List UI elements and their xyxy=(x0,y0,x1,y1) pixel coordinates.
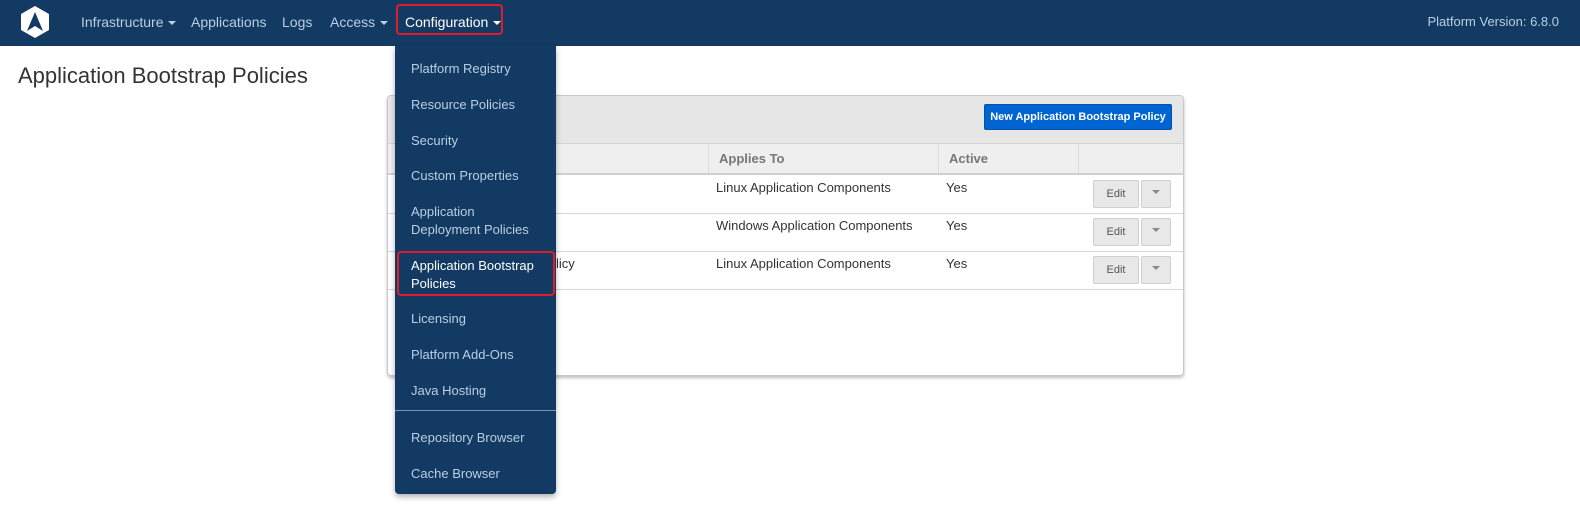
menu-item-repository-browser[interactable]: Repository Browser xyxy=(411,429,546,447)
nav-configuration-label: Configuration xyxy=(405,14,489,30)
edit-button[interactable]: Edit xyxy=(1093,180,1139,208)
row-applies-to: Windows Application Components xyxy=(716,218,913,233)
menu-item-custom-properties[interactable]: Custom Properties xyxy=(411,167,546,185)
column-active[interactable]: Active xyxy=(939,144,1079,175)
row-active: Yes xyxy=(946,218,968,233)
menu-item-java-hosting[interactable]: Java Hosting xyxy=(411,382,546,400)
menu-item-application-bootstrap-policies[interactable]: Application Bootstrap Policies xyxy=(411,257,546,293)
nav-infrastructure-label: Infrastructure xyxy=(81,14,164,30)
menu-divider xyxy=(395,410,556,411)
nav-logs[interactable]: Logs xyxy=(282,0,312,46)
menu-item-resource-policies[interactable]: Resource Policies xyxy=(411,96,546,114)
row-active: Yes xyxy=(946,256,968,271)
chevron-down-icon xyxy=(380,21,389,26)
new-bootstrap-policy-button[interactable]: New Application Bootstrap Policy xyxy=(984,104,1172,130)
row-active: Yes xyxy=(946,180,968,195)
platform-version: Platform Version: 6.8.0 xyxy=(1427,14,1559,29)
chevron-down-icon xyxy=(1152,265,1160,270)
menu-item-platform-registry[interactable]: Platform Registry xyxy=(411,60,546,78)
row-actions-dropdown[interactable] xyxy=(1141,218,1171,246)
row-applies-to: Linux Application Components xyxy=(716,180,891,195)
page-title: Application Bootstrap Policies xyxy=(18,63,308,88)
row-actions-dropdown[interactable] xyxy=(1141,256,1171,284)
nav-applications[interactable]: Applications xyxy=(191,0,267,46)
row-actions-dropdown[interactable] xyxy=(1141,180,1171,208)
edit-button[interactable]: Edit xyxy=(1093,256,1139,284)
edit-button[interactable]: Edit xyxy=(1093,218,1139,246)
column-actions xyxy=(1079,144,1183,175)
menu-item-licensing[interactable]: Licensing xyxy=(411,310,546,328)
nav-access-label: Access xyxy=(330,14,376,30)
nav-access[interactable]: Access xyxy=(330,0,389,46)
nav-configuration[interactable]: Configuration xyxy=(405,0,502,46)
configuration-dropdown-menu: Platform Registry Resource Policies Secu… xyxy=(395,46,556,494)
menu-item-cache-browser[interactable]: Cache Browser xyxy=(411,465,546,483)
column-applies-to[interactable]: Applies To xyxy=(709,144,939,175)
top-navbar: Infrastructure Applications Logs Access … xyxy=(0,0,1580,46)
menu-item-platform-add-ons[interactable]: Platform Add-Ons xyxy=(411,346,546,364)
nav-infrastructure[interactable]: Infrastructure xyxy=(81,0,177,46)
chevron-down-icon xyxy=(493,21,502,26)
menu-item-security[interactable]: Security xyxy=(411,132,546,150)
row-applies-to: Linux Application Components xyxy=(716,256,891,271)
chevron-down-icon xyxy=(1152,227,1160,232)
menu-item-application-deployment-policies[interactable]: Application Deployment Policies xyxy=(411,203,546,239)
platform-logo-icon[interactable] xyxy=(18,5,52,39)
chevron-down-icon xyxy=(168,21,177,26)
nav-logs-label: Logs xyxy=(282,14,313,30)
chevron-down-icon xyxy=(1152,189,1160,194)
nav-applications-label: Applications xyxy=(191,14,267,30)
row-name: licy xyxy=(556,256,575,271)
